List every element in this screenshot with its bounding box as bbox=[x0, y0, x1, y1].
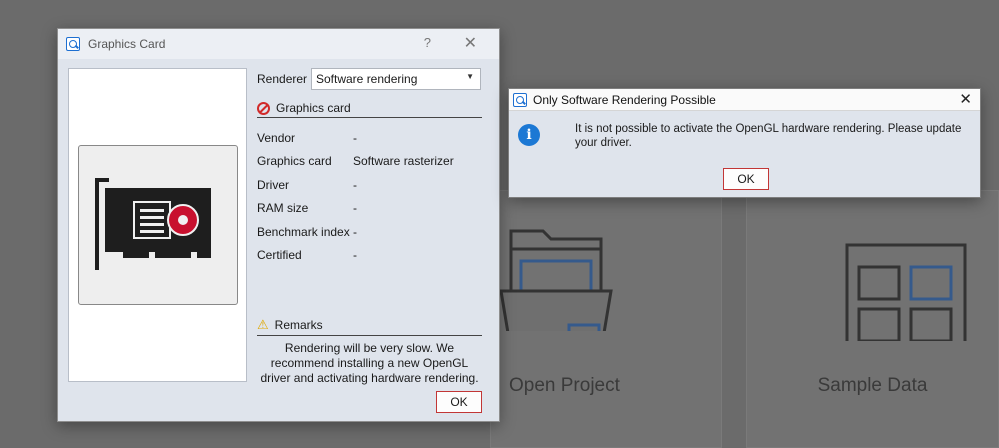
sample-data-label: Sample Data bbox=[817, 375, 928, 396]
renderer-select[interactable]: Software rendering ▼ bbox=[311, 68, 481, 90]
info-key: RAM size bbox=[257, 201, 309, 216]
info-key: Vendor bbox=[257, 130, 296, 145]
renderer-value: Software rendering bbox=[316, 72, 418, 86]
info-row-ram-size: RAM size - bbox=[257, 197, 454, 221]
graphics-card-section-header: Graphics card bbox=[257, 101, 482, 118]
remarks-title: Remarks bbox=[274, 318, 323, 332]
dialog-title: Only Software Rendering Possible bbox=[533, 92, 716, 107]
info-row-benchmark-index: Benchmark index - bbox=[257, 220, 454, 244]
help-button[interactable]: ? bbox=[424, 35, 431, 50]
message-text: It is not possible to activate the OpenG… bbox=[575, 123, 962, 149]
ok-button[interactable]: OK bbox=[436, 391, 482, 413]
info-value: - bbox=[353, 248, 357, 263]
info-value: - bbox=[353, 201, 357, 216]
info-key: Certified bbox=[257, 248, 302, 263]
app-search-icon bbox=[513, 92, 527, 107]
dialog-title: Graphics Card bbox=[88, 37, 166, 51]
info-row-driver: Driver - bbox=[257, 173, 454, 197]
info-key: Benchmark index bbox=[257, 224, 350, 239]
renderer-row: Renderer Software rendering ▼ bbox=[257, 68, 481, 90]
info-row-certified: Certified - bbox=[257, 244, 454, 268]
graphics-card-info-table: Vendor - Graphics card Software rasteriz… bbox=[257, 126, 454, 267]
info-value: - bbox=[353, 130, 357, 145]
grid-layout-icon bbox=[845, 243, 967, 341]
info-key: Graphics card bbox=[257, 154, 332, 169]
graphics-card-image bbox=[78, 145, 238, 305]
info-key: Driver bbox=[257, 177, 289, 192]
ok-button[interactable]: OK bbox=[723, 168, 769, 190]
graphics-card-titlebar[interactable]: Graphics Card ? ✕ bbox=[58, 29, 499, 59]
info-value: Software rasterizer bbox=[353, 154, 454, 169]
info-value: - bbox=[353, 177, 357, 192]
software-rendering-dialog: Only Software Rendering Possible ✕ i It … bbox=[508, 88, 981, 198]
warning-icon: ⚠ bbox=[257, 317, 269, 332]
app-search-icon bbox=[66, 37, 80, 51]
open-project-label: Open Project bbox=[509, 375, 620, 396]
section-title: Graphics card bbox=[276, 101, 351, 115]
graphics-card-icon bbox=[95, 178, 211, 270]
remarks-text: Rendering will be very slow. We recommen… bbox=[260, 341, 479, 385]
close-button[interactable]: ✕ bbox=[464, 33, 477, 53]
info-icon: i bbox=[518, 124, 540, 146]
no-entry-icon bbox=[257, 101, 270, 115]
info-value: - bbox=[353, 224, 357, 239]
open-project-tile[interactable]: Open Project bbox=[490, 190, 722, 448]
graphics-card-preview-panel bbox=[68, 68, 247, 382]
renderer-label: Renderer bbox=[257, 72, 308, 86]
folder-icon bbox=[499, 229, 613, 331]
chevron-down-icon: ▼ bbox=[466, 72, 474, 81]
remarks-section-header: ⚠ Remarks bbox=[257, 317, 482, 336]
close-button[interactable]: ✕ bbox=[959, 90, 972, 108]
graphics-card-dialog: Graphics Card ? ✕ Renderer Software rend… bbox=[57, 28, 500, 422]
info-row-graphics-card: Graphics card Software rasterizer bbox=[257, 150, 454, 174]
software-rendering-titlebar[interactable]: Only Software Rendering Possible ✕ bbox=[509, 89, 980, 111]
sample-data-tile[interactable]: Sample Data bbox=[746, 190, 999, 448]
info-row-vendor: Vendor - bbox=[257, 126, 454, 150]
